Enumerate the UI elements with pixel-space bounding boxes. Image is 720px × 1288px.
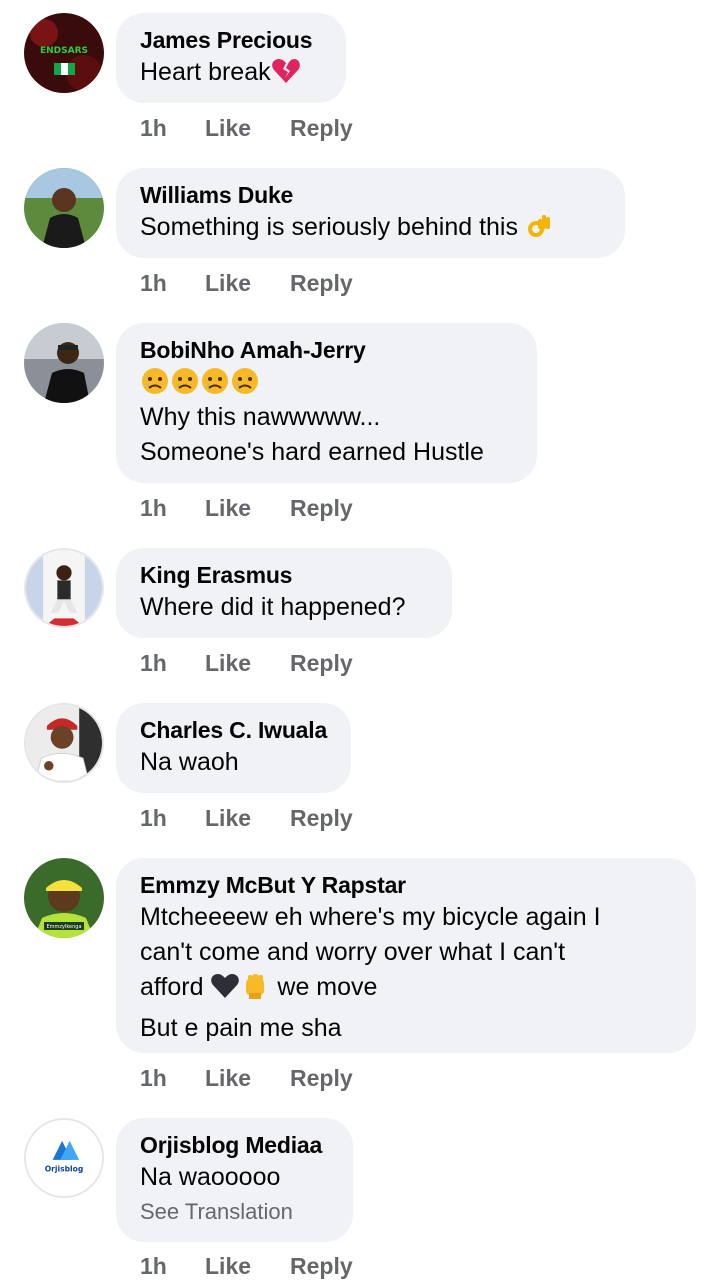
black-heart-icon (210, 971, 240, 1011)
comment-actions: 1h Like Reply (140, 115, 353, 142)
avatar[interactable] (24, 548, 104, 628)
comment-text: Something is seriously behind this (140, 213, 525, 241)
comment-time: 1h (140, 270, 167, 296)
like-button[interactable]: Like (205, 270, 290, 297)
comment-actions: 1h Like Reply (140, 805, 353, 832)
avatar[interactable] (24, 703, 104, 783)
raised-fist-icon (240, 971, 270, 1011)
ok-hand-icon (525, 211, 555, 251)
reply-button[interactable]: Reply (290, 115, 353, 142)
reply-button[interactable]: Reply (290, 650, 353, 677)
comment-bubble: Williams Duke Something is seriously beh… (116, 168, 625, 258)
avatar[interactable]: Emmzylkenga (24, 858, 104, 938)
comment-bubble: Orjisblog Mediaa Na waooooo See Translat… (116, 1118, 353, 1242)
comment-actions: 1h Like Reply (140, 1253, 353, 1280)
like-button[interactable]: Like (205, 115, 290, 142)
comment-text: But e pain me sha (140, 1014, 342, 1042)
avatar-overlay-text: Orjisblog (45, 1164, 84, 1173)
comment-time: 1h (140, 115, 167, 141)
reply-button[interactable]: Reply (290, 1253, 353, 1280)
comment-text: Na waooooo (140, 1163, 281, 1191)
broken-heart-icon (271, 56, 301, 96)
like-button[interactable]: Like (205, 1253, 290, 1280)
comment-author[interactable]: Charles C. Iwuala (140, 715, 327, 745)
comment-text: we move (270, 973, 378, 1001)
comment-text: can't come and worry over what I can't (140, 938, 566, 966)
comment-bubble: Charles C. Iwuala Na waoh (116, 703, 351, 793)
comment-time: 1h (140, 1253, 167, 1279)
avatar[interactable]: ENDSARS (24, 13, 104, 93)
comment-author[interactable]: Orjisblog Mediaa (140, 1130, 329, 1160)
comment-text: Someone's hard earned Hustle (140, 438, 484, 466)
comment-time: 1h (140, 495, 167, 521)
like-button[interactable]: Like (205, 495, 290, 522)
reply-button[interactable]: Reply (290, 270, 353, 297)
like-button[interactable]: Like (205, 650, 290, 677)
comment-author[interactable]: James Precious (140, 25, 322, 55)
comment-text: Mtcheeeew eh where's my bicycle again I (140, 903, 601, 931)
comment-actions: 1h Like Reply (140, 1065, 353, 1092)
like-button[interactable]: Like (205, 1065, 290, 1092)
avatar[interactable] (24, 168, 104, 248)
comment-author[interactable]: Williams Duke (140, 180, 601, 210)
comment-text: Na waoh (140, 748, 239, 776)
comment-text: Why this nawwwww... (140, 403, 381, 431)
reply-button[interactable]: Reply (290, 805, 353, 832)
see-translation-link[interactable]: See Translation (140, 1195, 329, 1229)
reply-button[interactable]: Reply (290, 495, 353, 522)
comment-time: 1h (140, 650, 167, 676)
comment-bubble: BobiNho Amah-Jerry Why this nawwwww... S… (116, 323, 537, 483)
comment-text: Heart break (140, 58, 271, 86)
comment-author[interactable]: Emmzy McBut Y Rapstar (140, 870, 672, 900)
avatar-overlay-text: ENDSARS (40, 46, 88, 56)
comment-actions: 1h Like Reply (140, 495, 353, 522)
comment-text: Where did it happened? (140, 593, 406, 621)
comment-time: 1h (140, 1065, 167, 1091)
comment-bubble: King Erasmus Where did it happened? (116, 548, 452, 638)
reply-button[interactable]: Reply (290, 1065, 353, 1092)
avatar[interactable] (24, 323, 104, 403)
comment-author[interactable]: BobiNho Amah-Jerry (140, 335, 513, 365)
avatar[interactable]: Orjisblog (24, 1118, 104, 1198)
avatar-overlay-text: Emmzylkenga (46, 924, 81, 930)
comment-bubble: James Precious Heart break (116, 13, 346, 103)
comment-bubble: Emmzy McBut Y Rapstar Mtcheeeew eh where… (116, 858, 696, 1053)
comment-time: 1h (140, 805, 167, 831)
comment-text: afford (140, 973, 211, 1001)
comment-author[interactable]: King Erasmus (140, 560, 428, 590)
comment-actions: 1h Like Reply (140, 270, 353, 297)
comment-actions: 1h Like Reply (140, 650, 353, 677)
like-button[interactable]: Like (205, 805, 290, 832)
